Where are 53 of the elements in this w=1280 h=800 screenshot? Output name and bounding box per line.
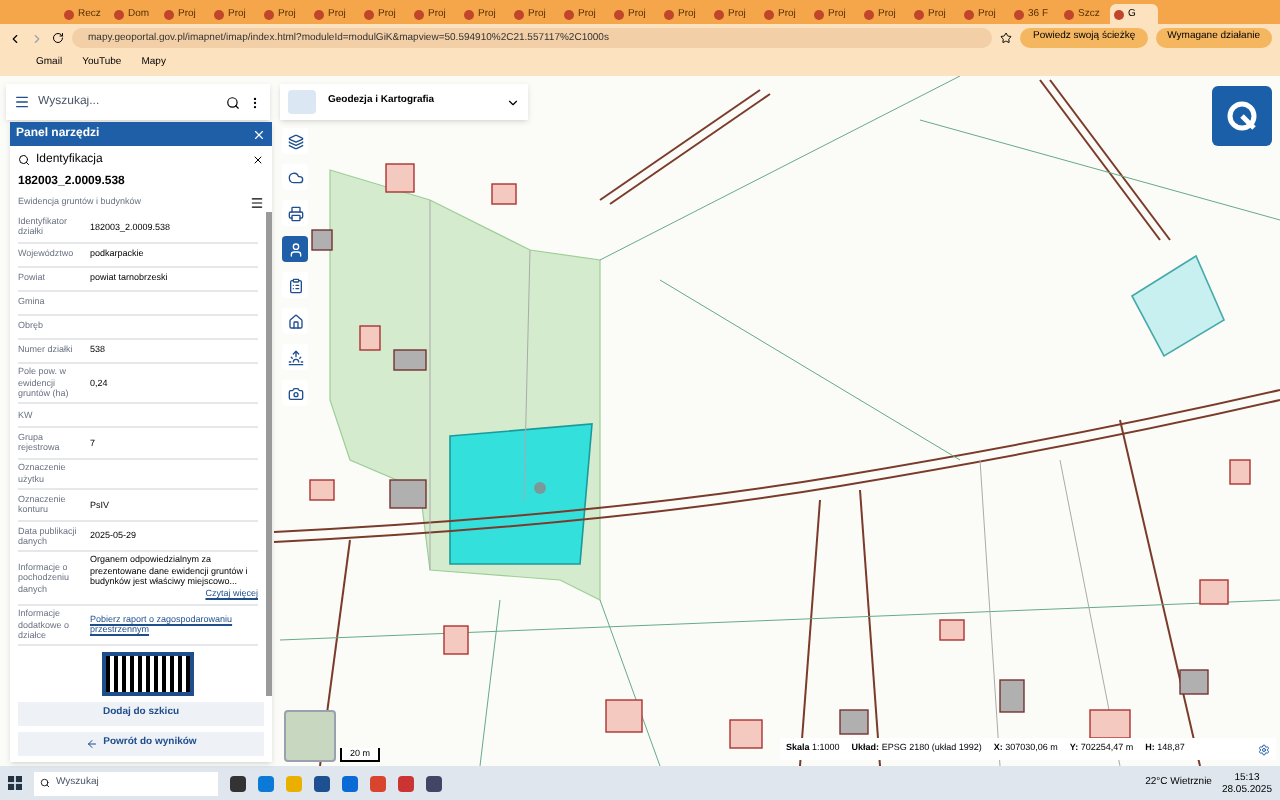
windows-start-icon[interactable] <box>8 776 22 790</box>
print-icon <box>287 205 303 221</box>
favicon-icon <box>814 9 824 19</box>
camera-icon <box>287 385 303 401</box>
back-icon[interactable] <box>8 31 22 45</box>
close-icon[interactable] <box>252 154 264 166</box>
favicon-icon <box>864 9 874 19</box>
favicon-icon <box>714 9 724 19</box>
favicon-icon <box>1014 9 1024 19</box>
reload-icon[interactable] <box>52 32 64 44</box>
clipboard-tool[interactable] <box>282 272 308 298</box>
favicon-icon <box>1064 9 1074 19</box>
favicon-icon <box>214 9 224 19</box>
arrow-left-icon <box>85 738 98 750</box>
identify-tool[interactable] <box>282 236 308 262</box>
favicon-icon <box>914 9 924 19</box>
more-icon[interactable] <box>248 95 262 109</box>
favicon-icon <box>364 9 374 19</box>
print-tool[interactable] <box>282 200 308 226</box>
favicon-icon <box>964 9 974 19</box>
settings-icon[interactable] <box>1258 743 1270 755</box>
search-icon <box>40 778 50 788</box>
chevron-icon <box>506 95 520 109</box>
favicon-icon <box>614 9 624 19</box>
home-icon <box>287 313 303 329</box>
layers-icon <box>287 133 303 149</box>
cloud-icon <box>287 169 303 185</box>
favicon-icon <box>564 9 574 19</box>
cloud-tool[interactable] <box>282 164 308 190</box>
favicon-icon <box>664 9 674 19</box>
search-icon <box>18 154 30 166</box>
identify-icon <box>287 241 303 257</box>
favicon-icon <box>464 9 474 19</box>
layers-tool[interactable] <box>282 128 308 154</box>
horizon-icon <box>287 349 303 365</box>
camera-tool[interactable] <box>282 380 308 406</box>
favicon-icon <box>764 9 774 19</box>
favicon-icon <box>1114 9 1124 19</box>
favicon-icon <box>514 9 524 19</box>
favicon-icon <box>164 9 174 19</box>
list-icon[interactable] <box>250 195 264 209</box>
favicon-icon <box>114 9 124 19</box>
logo-icon <box>1212 86 1272 146</box>
favicon-icon <box>264 9 274 19</box>
favicon-icon <box>64 9 74 19</box>
bookmark-star-icon[interactable] <box>1000 32 1013 44</box>
favicon-icon <box>414 9 424 19</box>
favicon-icon <box>314 9 324 19</box>
menu-icon[interactable] <box>14 94 30 110</box>
horizon-tool[interactable] <box>282 344 308 370</box>
home-tool[interactable] <box>282 308 308 334</box>
clipboard-icon <box>287 277 303 293</box>
search-icon[interactable] <box>226 95 240 109</box>
